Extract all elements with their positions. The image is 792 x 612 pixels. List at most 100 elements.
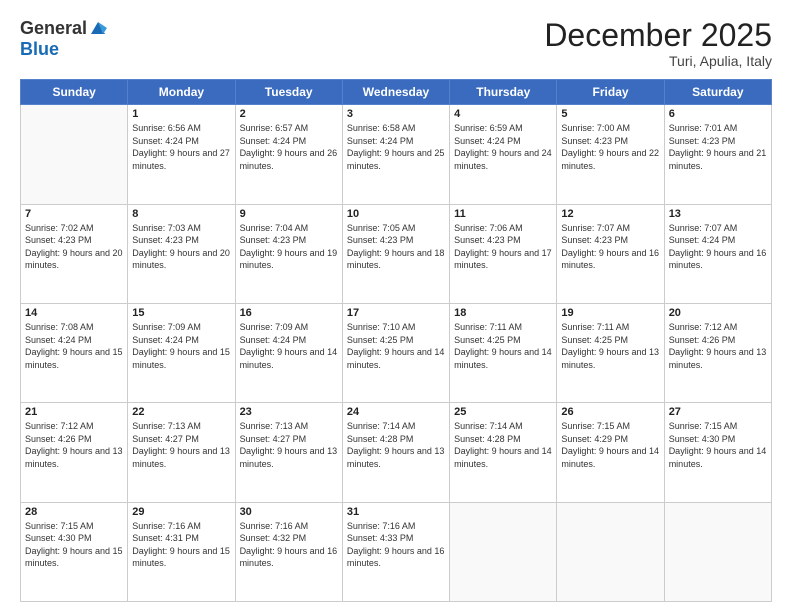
table-row: 1Sunrise: 6:56 AMSunset: 4:24 PMDaylight… <box>128 105 235 204</box>
day-header-monday: Monday <box>128 80 235 105</box>
sunset-text: Sunset: 4:25 PM <box>454 335 521 345</box>
day-number: 24 <box>347 406 445 418</box>
table-row: 12Sunrise: 7:07 AMSunset: 4:23 PMDayligh… <box>557 204 664 303</box>
table-row: 15Sunrise: 7:09 AMSunset: 4:24 PMDayligh… <box>128 303 235 402</box>
sunrise-text: Sunrise: 7:14 AM <box>347 421 416 431</box>
calendar-week-row: 14Sunrise: 7:08 AMSunset: 4:24 PMDayligh… <box>21 303 772 402</box>
daylight-text: Daylight: 9 hours and 22 minutes. <box>561 148 659 171</box>
table-row: 28Sunrise: 7:15 AMSunset: 4:30 PMDayligh… <box>21 502 128 601</box>
table-row: 6Sunrise: 7:01 AMSunset: 4:23 PMDaylight… <box>664 105 771 204</box>
table-row: 13Sunrise: 7:07 AMSunset: 4:24 PMDayligh… <box>664 204 771 303</box>
sunset-text: Sunset: 4:28 PM <box>454 434 521 444</box>
table-row: 4Sunrise: 6:59 AMSunset: 4:24 PMDaylight… <box>450 105 557 204</box>
day-number: 28 <box>25 506 123 518</box>
sunset-text: Sunset: 4:24 PM <box>669 235 736 245</box>
sunset-text: Sunset: 4:23 PM <box>240 235 307 245</box>
daylight-text: Daylight: 9 hours and 13 minutes. <box>347 446 445 469</box>
logo-icon <box>89 20 107 38</box>
daylight-text: Daylight: 9 hours and 14 minutes. <box>347 347 445 370</box>
cell-info: Sunrise: 7:15 AMSunset: 4:29 PMDaylight:… <box>561 420 659 470</box>
sunset-text: Sunset: 4:23 PM <box>561 235 628 245</box>
day-number: 17 <box>347 307 445 319</box>
table-row: 25Sunrise: 7:14 AMSunset: 4:28 PMDayligh… <box>450 403 557 502</box>
calendar-week-row: 7Sunrise: 7:02 AMSunset: 4:23 PMDaylight… <box>21 204 772 303</box>
day-number: 9 <box>240 208 338 220</box>
table-row <box>450 502 557 601</box>
cell-info: Sunrise: 7:16 AMSunset: 4:32 PMDaylight:… <box>240 520 338 570</box>
table-row: 29Sunrise: 7:16 AMSunset: 4:31 PMDayligh… <box>128 502 235 601</box>
day-number: 21 <box>25 406 123 418</box>
cell-info: Sunrise: 7:13 AMSunset: 4:27 PMDaylight:… <box>240 420 338 470</box>
sunset-text: Sunset: 4:31 PM <box>132 533 199 543</box>
sunrise-text: Sunrise: 7:05 AM <box>347 223 416 233</box>
day-number: 16 <box>240 307 338 319</box>
day-header-saturday: Saturday <box>664 80 771 105</box>
cell-info: Sunrise: 7:11 AMSunset: 4:25 PMDaylight:… <box>561 321 659 371</box>
daylight-text: Daylight: 9 hours and 20 minutes. <box>25 248 123 271</box>
table-row: 16Sunrise: 7:09 AMSunset: 4:24 PMDayligh… <box>235 303 342 402</box>
day-number: 15 <box>132 307 230 319</box>
sunrise-text: Sunrise: 7:12 AM <box>25 421 94 431</box>
cell-info: Sunrise: 7:12 AMSunset: 4:26 PMDaylight:… <box>669 321 767 371</box>
logo-general-text: General <box>20 18 87 39</box>
sunset-text: Sunset: 4:30 PM <box>669 434 736 444</box>
table-row: 18Sunrise: 7:11 AMSunset: 4:25 PMDayligh… <box>450 303 557 402</box>
daylight-text: Daylight: 9 hours and 14 minutes. <box>454 446 552 469</box>
table-row: 9Sunrise: 7:04 AMSunset: 4:23 PMDaylight… <box>235 204 342 303</box>
calendar-table: Sunday Monday Tuesday Wednesday Thursday… <box>20 79 772 602</box>
day-header-sunday: Sunday <box>21 80 128 105</box>
cell-info: Sunrise: 7:12 AMSunset: 4:26 PMDaylight:… <box>25 420 123 470</box>
cell-info: Sunrise: 7:07 AM Sunset: 4:24 PM Daylight:… <box>669 222 767 272</box>
table-row <box>664 502 771 601</box>
day-header-thursday: Thursday <box>450 80 557 105</box>
daylight-text: Daylight: 9 hours and 16 minutes. <box>347 546 445 569</box>
daylight-text: Daylight: 9 hours and 13 minutes. <box>132 446 230 469</box>
cell-info: Sunrise: 7:08 AMSunset: 4:24 PMDaylight:… <box>25 321 123 371</box>
cell-info: Sunrise: 6:56 AMSunset: 4:24 PMDaylight:… <box>132 122 230 172</box>
sunset-text: Sunset: 4:27 PM <box>240 434 307 444</box>
calendar-week-row: 28Sunrise: 7:15 AMSunset: 4:30 PMDayligh… <box>21 502 772 601</box>
day-number: 8 <box>132 208 230 220</box>
sunset-text: Sunset: 4:29 PM <box>561 434 628 444</box>
table-row: 3 Sunrise: 6:58 AMSunset: 4:24 PMDaylight… <box>342 105 449 204</box>
cell-info: Sunrise: 7:16 AMSunset: 4:31 PMDaylight:… <box>132 520 230 570</box>
cell-info: Sunrise: 7:13 AMSunset: 4:27 PMDaylight:… <box>132 420 230 470</box>
table-row <box>21 105 128 204</box>
header: General Blue December 2025 Turi, Apulia,… <box>20 18 772 69</box>
table-row: 20Sunrise: 7:12 AMSunset: 4:26 PMDayligh… <box>664 303 771 402</box>
sunset-text: Sunset: 4:23 PM <box>454 235 521 245</box>
sunrise-text: Sunrise: 6:58 AM <box>347 123 416 133</box>
cell-info: Sunrise: 7:10 AMSunset: 4:25 PMDaylight:… <box>347 321 445 371</box>
daylight-text: Daylight: 9 hours and 14 minutes. <box>669 446 767 469</box>
day-number: 6 <box>669 108 767 120</box>
daylight-text: Daylight: 9 hours and 13 minutes. <box>240 446 338 469</box>
sunset-text: Sunset: 4:23 PM <box>25 235 92 245</box>
day-number: 23 <box>240 406 338 418</box>
sunrise-text: Sunrise: 7:00 AM <box>561 123 630 133</box>
table-row: 21 Sunrise: 7:12 AMSunset: 4:26 PMDayligh… <box>21 403 128 502</box>
cell-info: Sunrise: 7:16 AMSunset: 4:33 PMDaylight:… <box>347 520 445 570</box>
sunset-text: Sunset: 4:25 PM <box>561 335 628 345</box>
sunset-text: Sunset: 4:24 PM <box>132 136 199 146</box>
cell-info: Sunrise: 6:59 AMSunset: 4:24 PMDaylight:… <box>454 122 552 172</box>
sunset-text: Sunset: 4:25 PM <box>347 335 414 345</box>
cell-info: Sunrise: 6:58 AMSunset: 4:24 PMDaylight:… <box>347 122 445 172</box>
sunrise-text: Sunrise: 7:11 AM <box>454 322 522 332</box>
sunrise-text: Sunrise: 7:07 AM <box>669 223 738 233</box>
sunset-text: Sunset: 4:23 PM <box>347 235 414 245</box>
table-row: 23 Sunrise: 7:13 AMSunset: 4:27 PMDayligh… <box>235 403 342 502</box>
day-number: 31 <box>347 506 445 518</box>
daylight-text: Daylight: 9 hours and 14 minutes. <box>240 347 338 370</box>
table-row: 10Sunrise: 7:05 AMSunset: 4:23 PMDayligh… <box>342 204 449 303</box>
sunset-text: Sunset: 4:24 PM <box>25 335 92 345</box>
calendar-week-row: 21 Sunrise: 7:12 AMSunset: 4:26 PMDayligh… <box>21 403 772 502</box>
cell-info: Sunrise: 7:15 AMSunset: 4:30 PMDaylight:… <box>669 420 767 470</box>
table-row: 11Sunrise: 7:06 AMSunset: 4:23 PMDayligh… <box>450 204 557 303</box>
day-header-tuesday: Tuesday <box>235 80 342 105</box>
daylight-text: Daylight: 9 hours and 14 minutes. <box>454 347 552 370</box>
daylight-text: Daylight: 9 hours and 16 minutes. <box>669 248 767 271</box>
calendar-header-row: Sunday Monday Tuesday Wednesday Thursday… <box>21 80 772 105</box>
day-number: 7 <box>25 208 123 220</box>
sunrise-text: Sunrise: 7:03 AM <box>132 223 201 233</box>
day-number: 3 <box>347 108 445 120</box>
